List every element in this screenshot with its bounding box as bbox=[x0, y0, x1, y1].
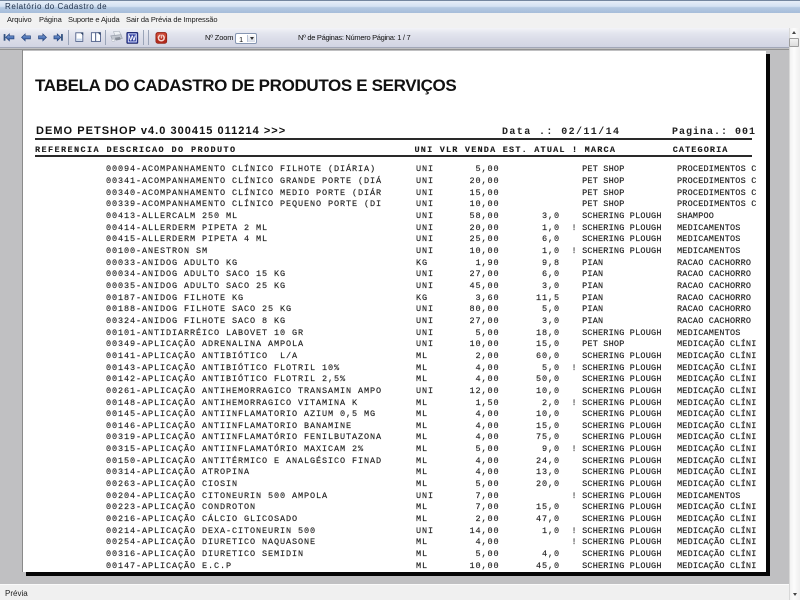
svg-text:W: W bbox=[129, 33, 137, 42]
